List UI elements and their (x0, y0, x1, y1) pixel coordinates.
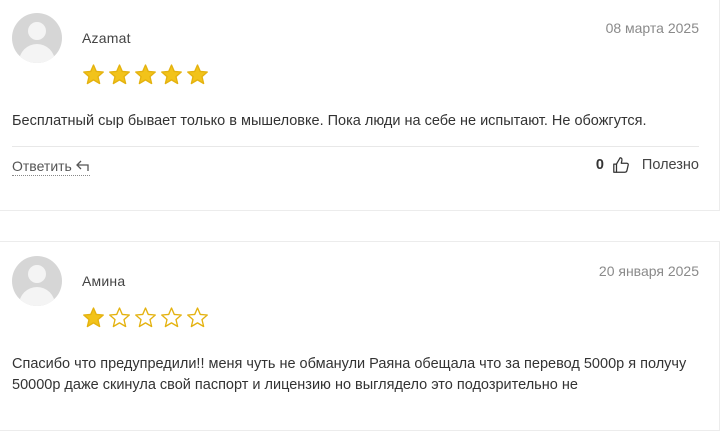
review-author: Azamat (82, 30, 131, 46)
star-filled-icon (135, 64, 156, 85)
helpful-label[interactable]: Полезно (642, 157, 699, 173)
review-card: Azamat 08 марта 2025 Бесплатный сыр быва… (0, 0, 720, 211)
review-card: Амина 20 января 2025 Спасибо что предупр… (0, 241, 720, 431)
review-date: 20 января 2025 (598, 263, 699, 279)
reply-arrow-icon (75, 160, 89, 171)
star-filled-icon (109, 64, 130, 85)
helpful-count: 0 (595, 157, 604, 173)
star-filled-icon (187, 64, 208, 85)
user-avatar-icon (12, 256, 62, 306)
star-rating (82, 306, 209, 329)
star-empty-icon (187, 307, 208, 328)
star-empty-icon (109, 307, 130, 328)
star-filled-icon (83, 307, 104, 328)
review-date: 08 марта 2025 (605, 20, 699, 36)
thumbs-up-icon[interactable] (612, 156, 630, 174)
star-rating (82, 63, 209, 86)
helpful-section: 0 Полезно (596, 156, 699, 174)
star-empty-icon (135, 307, 156, 328)
divider (12, 146, 699, 147)
user-avatar-icon (12, 13, 62, 63)
review-author: Амина (82, 273, 126, 289)
star-empty-icon (161, 307, 182, 328)
reply-button[interactable]: Ответить (12, 158, 90, 176)
review-text: Спасибо что предупредили!! меня чуть не … (12, 356, 687, 393)
star-filled-icon (83, 64, 104, 85)
star-filled-icon (161, 64, 182, 85)
reply-label: Ответить (12, 158, 72, 174)
review-text: Бесплатный сыр бывает только в мышеловке… (12, 113, 647, 129)
